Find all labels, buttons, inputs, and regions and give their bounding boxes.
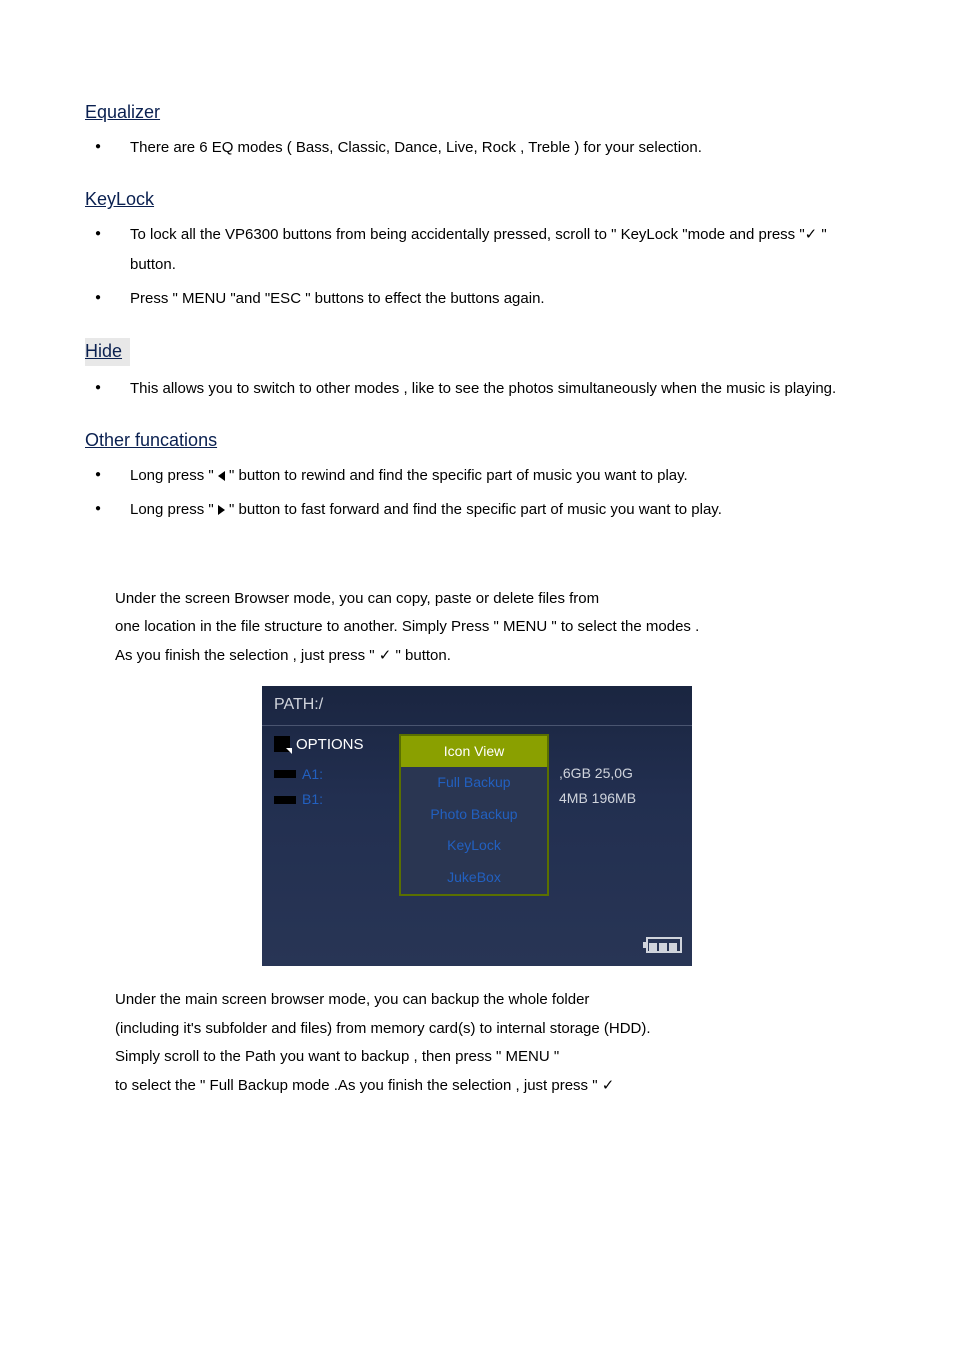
drive-label: B1: <box>302 790 323 810</box>
text-line: one location in the file structure to an… <box>115 613 869 642</box>
text: " button to rewind and find the specific… <box>225 467 688 484</box>
menu-item-full-backup: Full Backup <box>401 767 547 799</box>
path-label: PATH:/ <box>262 686 692 725</box>
drive-label: A1: <box>302 765 323 785</box>
list-item: Long press " " button to fast forward an… <box>85 495 869 525</box>
check-icon: ✓ <box>805 226 818 243</box>
left-panel: OPTIONS A1: B1: <box>274 734 389 896</box>
list-item: Press " MENU "and "ESC " buttons to effe… <box>85 284 869 314</box>
list-item: Long press " " button to rewind and find… <box>85 461 869 491</box>
options-icon <box>274 736 290 752</box>
text-line: to select the " Full Backup mode .As you… <box>115 1072 869 1101</box>
heading-equalizer: Equalizer <box>85 100 869 125</box>
text-line: As you finish the selection , just press… <box>115 642 869 671</box>
text: As you finish the selection , just press… <box>115 647 379 664</box>
list-item: This allows you to switch to other modes… <box>85 374 869 404</box>
options-row: OPTIONS <box>274 734 389 755</box>
heading-hide: Hide <box>85 338 130 365</box>
text: " button. <box>391 647 451 664</box>
text: Long press " <box>130 467 218 484</box>
text-line: Under the main screen browser mode, you … <box>115 986 869 1015</box>
triangle-right-icon <box>218 505 225 515</box>
list-keylock: To lock all the VP6300 buttons from bein… <box>85 220 869 314</box>
list-equalizer: There are 6 EQ modes ( Bass, Classic, Da… <box>85 133 869 163</box>
drive-item: A1: <box>274 765 389 785</box>
menu-item-keylock: KeyLock <box>401 830 547 862</box>
right-panel: ,6GB 25,0G 4MB 196MB <box>559 734 680 896</box>
list-item: There are 6 EQ modes ( Bass, Classic, Da… <box>85 133 869 163</box>
heading-keylock: KeyLock <box>85 187 869 212</box>
menu-item-icon-view: Icon View <box>401 736 547 768</box>
check-icon: ✓ <box>379 647 392 664</box>
text-line: (including it's subfolder and files) fro… <box>115 1015 869 1044</box>
triangle-left-icon <box>218 471 225 481</box>
size-text: ,6GB 25,0G <box>559 764 680 784</box>
drive-item: B1: <box>274 790 389 810</box>
options-label: OPTIONS <box>296 734 364 755</box>
menu-item-photo-backup: Photo Backup <box>401 799 547 831</box>
list-other: Long press " " button to rewind and find… <box>85 461 869 525</box>
paragraph-browser: Under the screen Browser mode, you can c… <box>115 585 869 671</box>
heading-other: Other funcations <box>85 428 869 453</box>
text: Long press " <box>130 501 218 518</box>
drive-icon <box>274 796 296 804</box>
text: To lock all the VP6300 buttons from bein… <box>130 226 805 243</box>
drive-icon <box>274 770 296 778</box>
check-icon: ✓ <box>602 1077 615 1094</box>
popup-menu: Icon View Full Backup Photo Backup KeyLo… <box>399 734 549 896</box>
text: " button to fast forward and find the sp… <box>225 501 722 518</box>
text-line: Simply scroll to the Path you want to ba… <box>115 1043 869 1072</box>
menu-item-jukebox: JukeBox <box>401 862 547 894</box>
text-line: Under the screen Browser mode, you can c… <box>115 585 869 614</box>
paragraph-backup: Under the main screen browser mode, you … <box>115 986 869 1100</box>
list-item: To lock all the VP6300 buttons from bein… <box>85 220 869 280</box>
size-text: 4MB 196MB <box>559 789 680 809</box>
device-screenshot: PATH:/ OPTIONS A1: B1: Icon View Full Ba… <box>262 686 692 966</box>
list-hide: This allows you to switch to other modes… <box>85 374 869 404</box>
battery-icon <box>646 937 682 960</box>
text: to select the " Full Backup mode .As you… <box>115 1077 602 1094</box>
